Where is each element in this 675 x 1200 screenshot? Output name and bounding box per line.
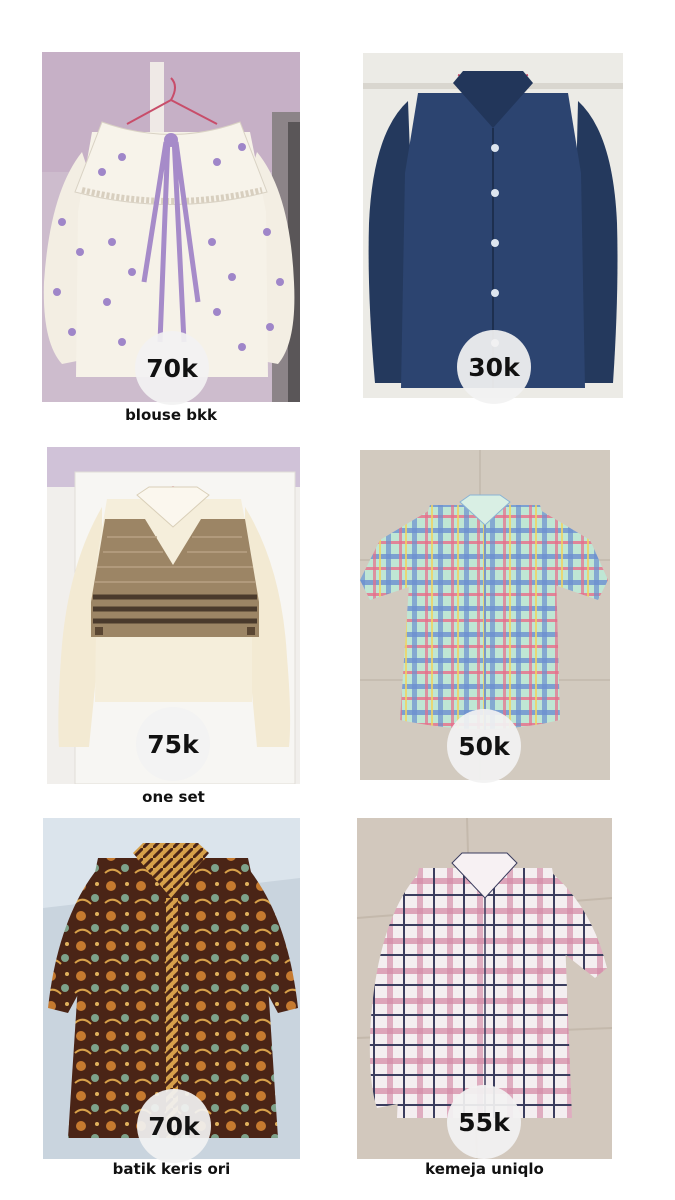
product-caption: batik keris ori <box>112 1160 231 1178</box>
price-badge: 55k <box>447 1085 521 1159</box>
price-badge: 70k <box>137 1089 211 1163</box>
price-badge: 75k <box>136 707 210 781</box>
product-caption: kemeja uniqlo <box>425 1160 544 1178</box>
price-badge: 70k <box>135 331 209 405</box>
price-badge: 30k <box>457 330 531 404</box>
product-caption: blouse bkk <box>125 406 217 424</box>
price-badge: 50k <box>447 709 521 783</box>
product-caption: one set <box>142 788 205 806</box>
